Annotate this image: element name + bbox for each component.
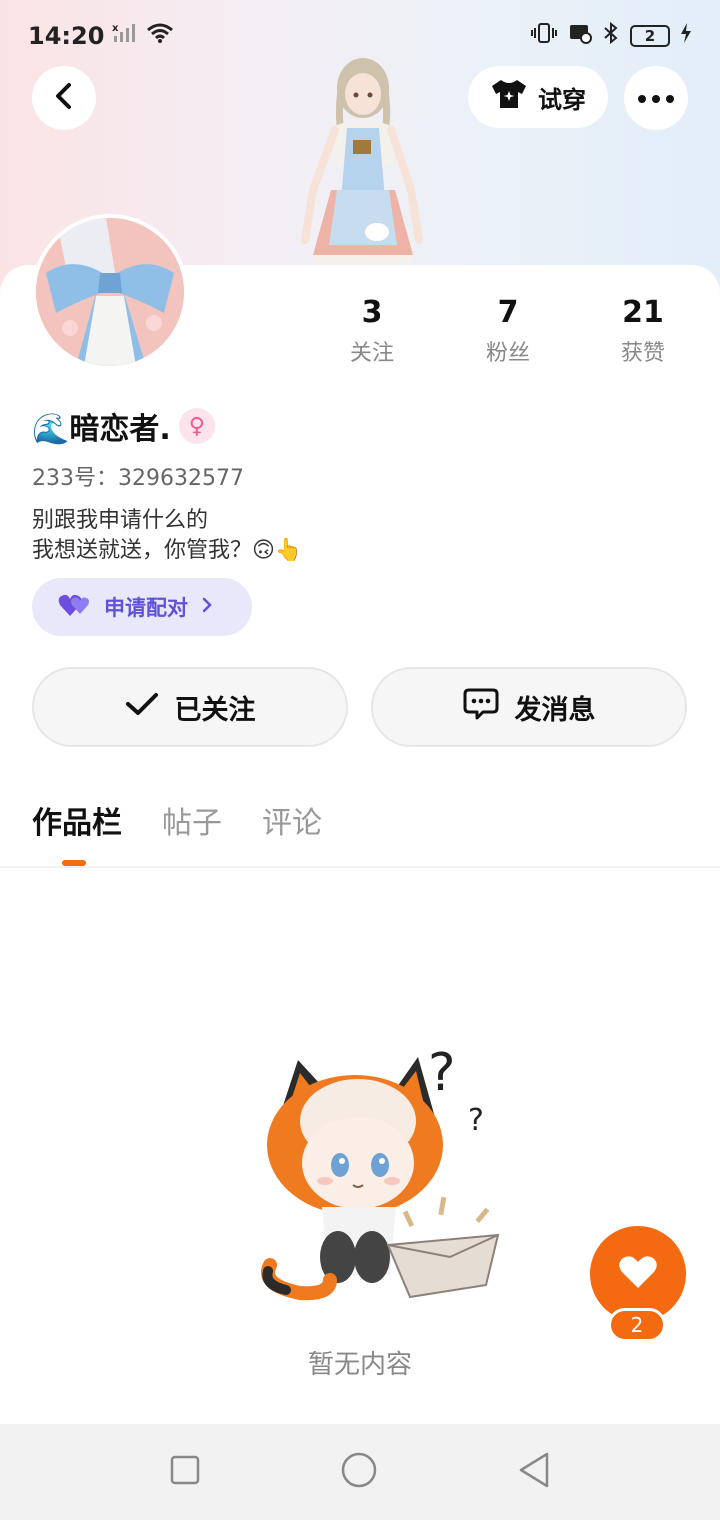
avatar[interactable] — [32, 214, 188, 370]
tabs-divider — [0, 866, 720, 868]
no-signal-icon: x — [112, 22, 138, 50]
more-dots-icon — [637, 89, 675, 108]
wifi-icon — [146, 22, 174, 50]
profile-name: 🌊暗恋者. — [32, 404, 171, 448]
status-time: 14:20 — [28, 22, 105, 50]
empty-state-text: 暂无内容 — [307, 1350, 412, 1380]
bio-line-2: 我想送就送，你管我？🙃👆 — [32, 538, 303, 563]
battery-icon: 2 — [630, 25, 670, 47]
notification-icon — [568, 21, 592, 51]
svg-text:?: ? — [428, 1043, 456, 1103]
profile-bio: 别跟我申请什么的 我想送就送，你管我？🙃👆 — [32, 506, 302, 566]
heart-icon — [618, 1254, 658, 1294]
send-message-button[interactable]: 发消息 — [371, 667, 687, 747]
user-id: 233号：329632577 — [32, 466, 244, 491]
back-nav-button[interactable] — [517, 1451, 551, 1493]
vibrate-icon — [530, 21, 558, 51]
stat-following-value: 3 — [361, 295, 383, 330]
profile-tabs: 作品栏 帖子 评论 — [32, 800, 322, 848]
empty-state-illustration: ? ? — [240, 1035, 510, 1305]
bluetooth-icon — [602, 21, 620, 51]
stat-following-label: 关注 — [349, 341, 394, 366]
stat-followers[interactable]: 7 粉丝 — [453, 295, 563, 367]
avatar-character-illustration — [285, 50, 435, 265]
checkmark-icon — [125, 691, 159, 724]
like-count-badge: 2 — [608, 1308, 666, 1342]
hearts-icon — [58, 592, 92, 623]
tshirt-icon — [490, 78, 528, 116]
stat-followers-label: 粉丝 — [485, 341, 530, 366]
chevron-right-icon — [200, 595, 214, 620]
system-navigation-bar — [0, 1424, 720, 1520]
chevron-left-icon — [53, 82, 75, 114]
stat-following[interactable]: 3 关注 — [317, 295, 427, 367]
female-gender-icon: ♀ — [178, 408, 215, 444]
chat-bubble-icon — [463, 687, 499, 728]
profile-name-row: 🌊暗恋者. ♀ — [32, 404, 215, 448]
svg-text:?: ? — [468, 1103, 484, 1138]
tab-works[interactable]: 作品栏 — [32, 800, 122, 848]
following-button[interactable]: 已关注 — [32, 667, 348, 747]
stat-likes[interactable]: 21 获赞 — [588, 295, 698, 367]
more-options-button[interactable] — [624, 66, 688, 130]
send-message-label: 发消息 — [514, 694, 596, 726]
home-button[interactable] — [340, 1451, 378, 1493]
charging-icon — [680, 22, 692, 50]
tab-posts[interactable]: 帖子 — [162, 800, 222, 848]
stat-likes-value: 21 — [622, 295, 664, 330]
following-label: 已关注 — [174, 694, 256, 726]
stat-followers-value: 7 — [497, 295, 519, 330]
profile-name-text: 暗恋者. — [69, 412, 171, 447]
bio-line-1: 别跟我申请什么的 — [32, 508, 209, 533]
stat-likes-label: 获赞 — [620, 341, 665, 366]
tryon-label: 试穿 — [538, 85, 586, 114]
pair-label: 申请配对 — [104, 596, 188, 620]
request-pairing-button[interactable]: 申请配对 — [32, 578, 252, 636]
tryon-button[interactable]: 试穿 — [468, 66, 608, 128]
back-button[interactable] — [32, 66, 96, 130]
tab-comments[interactable]: 评论 — [262, 800, 322, 848]
recent-apps-button[interactable] — [169, 1454, 201, 1490]
wave-emoji: 🌊 — [32, 412, 70, 447]
svg-text:x: x — [112, 23, 119, 34]
